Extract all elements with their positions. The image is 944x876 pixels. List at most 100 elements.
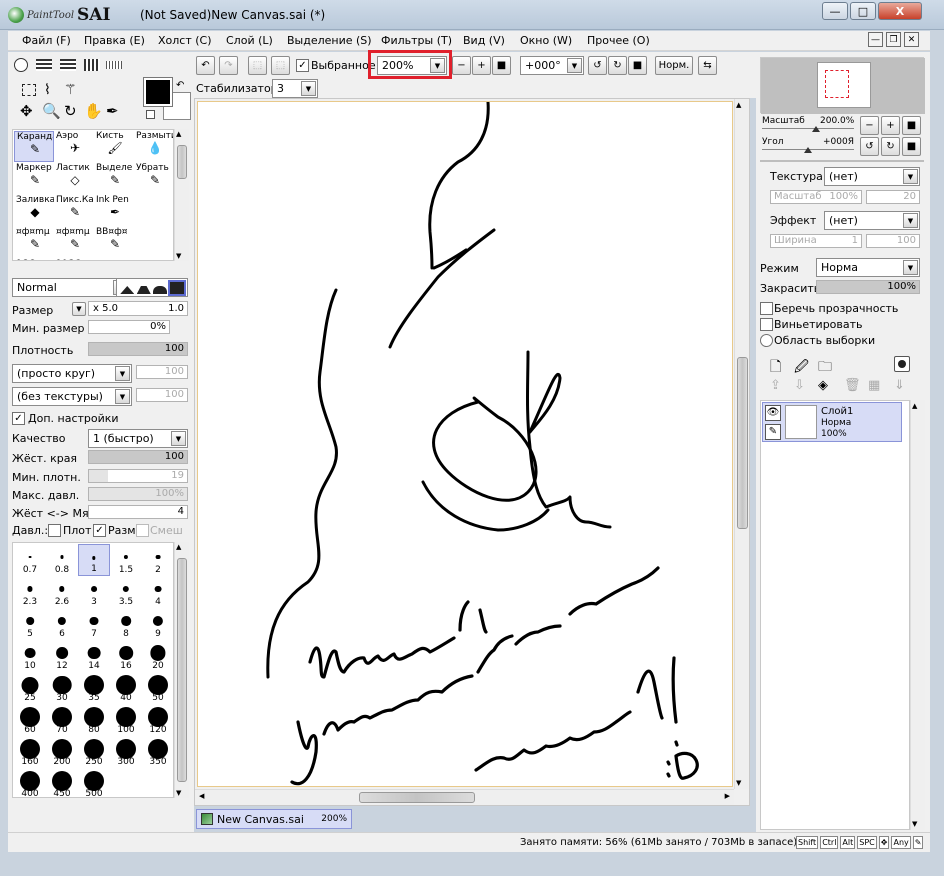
max-pressure-slider[interactable]: 100% xyxy=(88,487,188,501)
brush-size-preset[interactable]: 3.5 xyxy=(110,576,142,608)
menu-view[interactable]: Вид (V) xyxy=(463,34,505,47)
brush-size-preset[interactable]: 500 xyxy=(78,768,110,797)
tool-0[interactable]: Каранда ✎ xyxy=(14,131,54,162)
any-key-indicator[interactable]: Any xyxy=(891,836,911,849)
mdi-restore-button[interactable]: ❐ xyxy=(886,32,901,47)
rotate-cw-button[interactable]: ↻ xyxy=(608,56,627,75)
quality-combo[interactable]: 1 (быстро) ▼ xyxy=(88,429,188,448)
brush-size-preset[interactable]: 450 xyxy=(46,768,78,797)
tool-13[interactable]: ¤ф¤mμ ✎ xyxy=(54,227,94,258)
zoom-in-button[interactable]: + xyxy=(472,56,491,75)
pencil-lock-icon[interactable]: ✎ xyxy=(765,424,781,440)
rotate-icon[interactable]: ↻ xyxy=(64,102,77,120)
brush-size-preset[interactable]: 250 xyxy=(78,736,110,768)
brush-size-preset[interactable]: 40 xyxy=(110,672,142,704)
color-wheel-icon[interactable] xyxy=(14,58,28,72)
tool-6[interactable]: Выделе ✎ xyxy=(94,163,134,194)
scroll-down-icon[interactable]: ▼ xyxy=(176,789,181,797)
menu-edit[interactable]: Правка (E) xyxy=(84,34,145,47)
eye-icon[interactable]: 👁 xyxy=(765,405,781,421)
brush-size-preset[interactable]: 35 xyxy=(78,672,110,704)
invert-selection-button[interactable]: ⬚ xyxy=(271,56,290,75)
tool-9[interactable]: Пикс.Ка ✎ xyxy=(54,195,94,226)
layers-scrollbar[interactable]: ▲ ▼ xyxy=(910,400,925,830)
nav-rotate-ccw-button[interactable]: ↺ xyxy=(860,137,879,156)
shape-strength-slider[interactable]: 100 xyxy=(136,365,188,379)
flatten-icon[interactable]: ▦ xyxy=(868,378,880,393)
scroll-thumb[interactable] xyxy=(177,145,187,179)
tex-scale-slider[interactable]: Масштаб 100% xyxy=(770,190,862,204)
tool-2[interactable]: Кисть 🖌 xyxy=(94,131,134,162)
mdi-close-button[interactable]: ✕ xyxy=(904,32,919,47)
tool-4[interactable]: Маркер ✎ xyxy=(14,163,54,194)
pen-key-indicator[interactable]: ✎ xyxy=(912,836,924,849)
brush-size-preset[interactable]: 160 xyxy=(14,736,46,768)
brush-shape-2-icon[interactable] xyxy=(136,286,151,294)
menu-selection[interactable]: Выделение (S) xyxy=(287,34,372,47)
effect-width-slider[interactable]: Ширина 1 xyxy=(770,234,862,248)
brush-size-preset[interactable]: 12 xyxy=(46,640,78,672)
move-icon[interactable]: ✥ xyxy=(20,102,33,120)
alt-key-indicator[interactable]: Alt xyxy=(840,836,856,849)
hard-soft-slider[interactable]: 4 xyxy=(88,505,188,519)
scroll-thumb[interactable] xyxy=(177,558,187,782)
eyedropper-icon[interactable]: ✒ xyxy=(106,102,119,120)
clear-layer-icon[interactable]: ◈ xyxy=(818,378,828,393)
flip-button[interactable]: ⇆ xyxy=(698,56,717,75)
menu-filters[interactable]: Фильтры (T) xyxy=(381,34,452,47)
tool-16[interactable]: 9Є©✎ xyxy=(14,259,54,260)
tool-12[interactable]: ¤ф¤mμ ✎ xyxy=(14,227,54,258)
undo-button[interactable]: ↶ xyxy=(196,56,215,75)
tool-18[interactable] xyxy=(94,259,134,260)
drawing-canvas[interactable] xyxy=(197,101,733,787)
rotate-reset-button[interactable]: ■ xyxy=(628,56,647,75)
brush-size-preset[interactable]: 3 xyxy=(78,576,110,608)
scroll-up-icon[interactable]: ▲ xyxy=(912,402,917,410)
menu-window[interactable]: Окно (W) xyxy=(520,34,572,47)
close-button[interactable]: X xyxy=(878,2,922,20)
brush-size-preset[interactable]: 8 xyxy=(110,608,142,640)
brush-texture-combo[interactable]: (без текстуры) ▼ xyxy=(12,387,132,406)
normal-view-button[interactable]: Норм. xyxy=(655,56,693,75)
minimize-button[interactable]: — xyxy=(822,2,848,20)
navigator-viewport[interactable] xyxy=(825,70,849,98)
new-linework-layer-icon[interactable]: 🖉 xyxy=(794,356,809,380)
menu-canvas[interactable]: Холст (C) xyxy=(158,34,212,47)
layer-texture-combo[interactable]: (нет) ▼ xyxy=(824,167,920,186)
deselect-button[interactable]: ⬚ xyxy=(248,56,267,75)
edge-hardness-slider[interactable]: 100 xyxy=(88,450,188,464)
lasso-icon[interactable]: ⌇ xyxy=(44,82,51,98)
delete-layer-icon[interactable]: 🗑 xyxy=(844,378,861,393)
blend-mode-combo[interactable]: Normal ▼ xyxy=(12,278,130,297)
mdi-minimize-button[interactable]: — xyxy=(868,32,883,47)
brush-size-preset[interactable]: 400 xyxy=(14,768,46,797)
scroll-right-icon[interactable]: ▶ xyxy=(725,792,730,800)
layer-row[interactable]: 👁 ✎ Слой1 Норма 100% xyxy=(762,402,902,442)
brush-size-preset[interactable]: 5 xyxy=(14,608,46,640)
brush-shape-combo[interactable]: (просто круг) ▼ xyxy=(12,364,132,383)
chevron-down-icon[interactable]: ▼ xyxy=(171,431,186,446)
brush-size-preset[interactable]: 20 xyxy=(142,640,173,672)
menu-other[interactable]: Прочее (O) xyxy=(587,34,650,47)
brush-size-preset[interactable]: 4 xyxy=(142,576,173,608)
chevron-down-icon[interactable]: ▼ xyxy=(301,81,316,96)
selection-checkbox[interactable]: ✓ xyxy=(296,59,309,72)
brush-size-preset[interactable]: 30 xyxy=(46,672,78,704)
nav-zoom-in-button[interactable]: + xyxy=(881,116,900,135)
magic-wand-icon[interactable]: ⚚ xyxy=(64,82,77,98)
tool-8[interactable]: Заливка ◆ xyxy=(14,195,54,226)
nav-rotate-cw-button[interactable]: ↻ xyxy=(881,137,900,156)
hand-icon[interactable]: ✋ xyxy=(84,102,103,120)
foreground-color-swatch[interactable] xyxy=(143,77,173,107)
scroll-left-icon[interactable]: ◀ xyxy=(199,792,204,800)
menu-file[interactable]: Файл (F) xyxy=(22,34,71,47)
brush-size-preset[interactable]: 10 xyxy=(14,640,46,672)
layer-effect-combo[interactable]: (нет) ▼ xyxy=(824,211,920,230)
pressure-blend-checkbox[interactable] xyxy=(136,524,149,537)
brush-shape-4-icon[interactable] xyxy=(167,280,186,296)
brush-size-preset[interactable]: 100 xyxy=(110,704,142,736)
scroll-down-icon[interactable]: ▼ xyxy=(736,779,741,787)
brush-size-preset[interactable]: 25 xyxy=(14,672,46,704)
brush-size-preset[interactable]: 7 xyxy=(78,608,110,640)
space-key-indicator[interactable]: SPC xyxy=(857,836,877,849)
